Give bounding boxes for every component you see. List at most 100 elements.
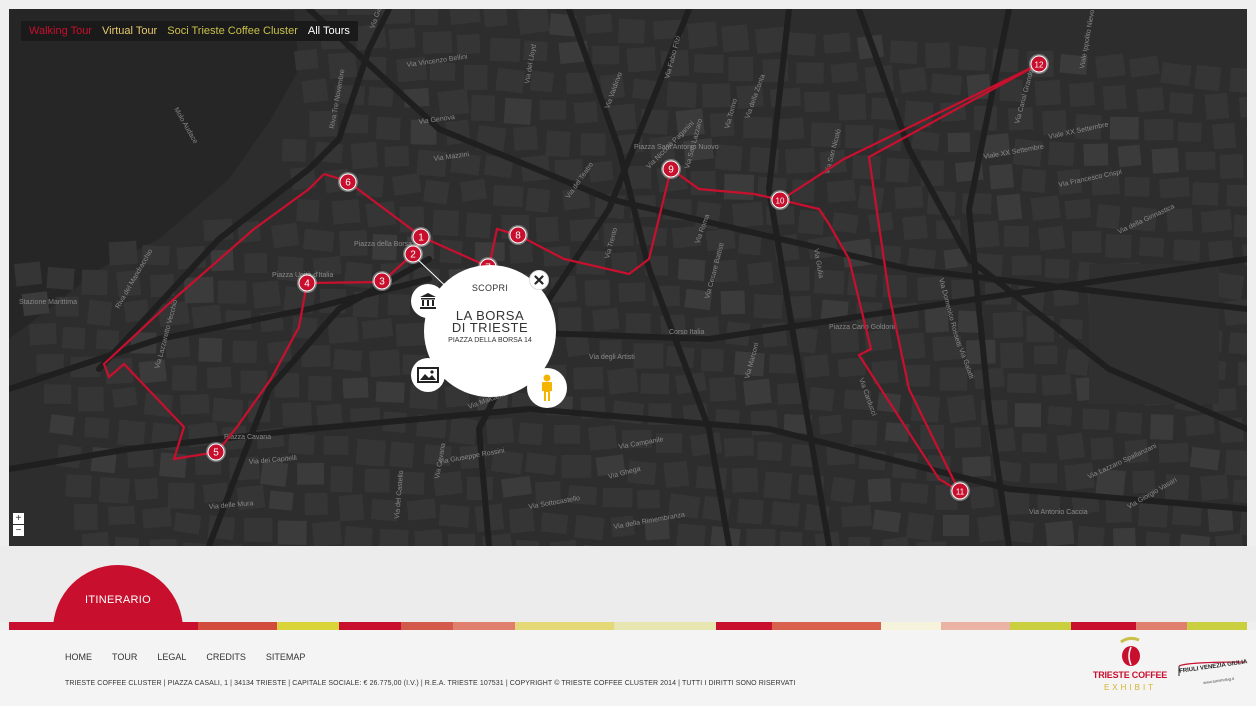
tab-virtual-tour[interactable]: Virtual Tour	[102, 25, 157, 37]
tab-walking-tour[interactable]: Walking Tour	[29, 25, 92, 37]
city-block	[212, 397, 244, 424]
city-block	[268, 490, 294, 511]
city-block	[297, 462, 325, 485]
city-block	[1239, 509, 1247, 537]
nav-home-link[interactable]: HOME	[65, 652, 92, 662]
city-block	[841, 504, 872, 528]
route-stop-label: 4	[304, 279, 310, 290]
city-block	[1192, 182, 1219, 206]
city-block	[808, 386, 835, 412]
city-block	[43, 384, 72, 404]
city-block	[501, 475, 532, 498]
city-block	[388, 27, 416, 50]
city-block	[271, 222, 300, 249]
city-block	[845, 124, 874, 149]
close-button[interactable]	[529, 270, 549, 290]
route-stop-3[interactable]: 3	[372, 271, 392, 291]
city-block	[737, 498, 764, 525]
route-stop-5[interactable]: 5	[206, 442, 226, 462]
city-block	[206, 366, 232, 389]
city-block	[724, 437, 755, 457]
museum-button[interactable]	[411, 284, 445, 318]
route-stop-label: 5	[213, 448, 219, 459]
nav-legal-link[interactable]: LEGAL	[157, 652, 186, 662]
city-block	[1096, 204, 1121, 230]
city-block	[846, 272, 878, 298]
city-block	[49, 414, 75, 436]
zoom-in-button[interactable]: +	[13, 513, 24, 524]
photo-button[interactable]	[411, 358, 445, 392]
city-block	[1179, 534, 1211, 546]
city-block	[395, 322, 426, 347]
city-block	[78, 386, 104, 412]
city-block	[1021, 168, 1047, 194]
city-block	[470, 94, 496, 122]
stripe-segment	[1187, 622, 1247, 630]
tab-all-tours[interactable]: All Tours	[308, 25, 350, 37]
city-block	[554, 424, 581, 444]
city-block	[939, 367, 968, 391]
map-canvas: Via Gioacchino RossiniVia Vincenzo Belli…	[9, 9, 1247, 546]
city-block	[677, 258, 706, 282]
city-block	[1041, 373, 1072, 396]
fvg-logo[interactable]: FRIULI VENEZIA GIULIA www.turismofvg.it	[1177, 659, 1248, 690]
route-stop-2[interactable]: 2	[403, 244, 423, 264]
city-block	[513, 126, 539, 151]
city-block	[1211, 122, 1237, 150]
city-block	[217, 280, 247, 304]
route-stop-6[interactable]: 6	[338, 172, 358, 192]
route-stop-12[interactable]: 12	[1029, 54, 1049, 74]
city-block	[852, 154, 881, 180]
city-block	[731, 467, 759, 493]
city-block	[312, 520, 343, 546]
city-block	[267, 340, 293, 364]
city-block	[823, 32, 852, 54]
tour-tab-bar: Walking Tour Virtual Tour Soci Trieste C…	[21, 21, 358, 41]
route-stop-4[interactable]: 4	[297, 273, 317, 293]
nav-sitemap-link[interactable]: SITEMAP	[266, 652, 306, 662]
city-block	[709, 376, 737, 402]
streetview-button[interactable]	[527, 368, 567, 408]
city-block	[1189, 446, 1221, 471]
route-stop-11[interactable]: 11	[950, 481, 970, 501]
street-label: Corso Italia	[669, 329, 705, 336]
route-stop-10[interactable]: 10	[770, 190, 790, 210]
city-block	[1044, 258, 1070, 279]
route-stop-8[interactable]: 8	[508, 225, 528, 245]
city-block	[1200, 208, 1233, 233]
city-block	[1137, 501, 1169, 528]
zoom-out-button[interactable]: −	[13, 525, 24, 536]
city-block	[423, 179, 450, 205]
city-block	[463, 65, 488, 90]
city-block	[942, 514, 969, 537]
route-stop-1[interactable]: 1	[411, 227, 431, 247]
nav-tour-link[interactable]: TOUR	[112, 652, 137, 662]
city-block	[1115, 411, 1143, 435]
city-block	[1102, 84, 1127, 111]
trieste-coffee-logo[interactable]: TRIESTE COFFEE EXHIBIT	[1090, 636, 1170, 698]
city-block	[81, 531, 110, 546]
city-block	[602, 487, 633, 508]
city-block	[1068, 81, 1096, 108]
nav-credits-link[interactable]: CREDITS	[206, 652, 246, 662]
legal-text: TRIESTE COFFEE CLUSTER | PIAZZA CASALI, …	[65, 680, 796, 687]
stripe-segment	[9, 622, 82, 630]
city-block	[107, 505, 136, 526]
route-stop-9[interactable]: 9	[661, 159, 681, 179]
tab-soci-trieste-coffee-cluster[interactable]: Soci Trieste Coffee Cluster	[167, 25, 298, 37]
map[interactable]: Via Gioacchino RossiniVia Vincenzo Belli…	[9, 9, 1247, 546]
city-block	[333, 348, 363, 372]
city-block	[640, 373, 670, 395]
city-block	[720, 290, 746, 315]
itinerary-label[interactable]: ITINERARIO	[53, 594, 183, 606]
city-block	[387, 294, 411, 316]
city-block	[98, 476, 130, 504]
city-block	[747, 261, 774, 286]
logo-line2: EXHIBIT	[1103, 683, 1157, 692]
city-block	[503, 97, 532, 125]
city-block	[768, 354, 796, 374]
city-block	[1030, 195, 1061, 221]
city-block	[142, 506, 172, 529]
city-block	[885, 157, 910, 183]
city-block	[848, 536, 871, 546]
